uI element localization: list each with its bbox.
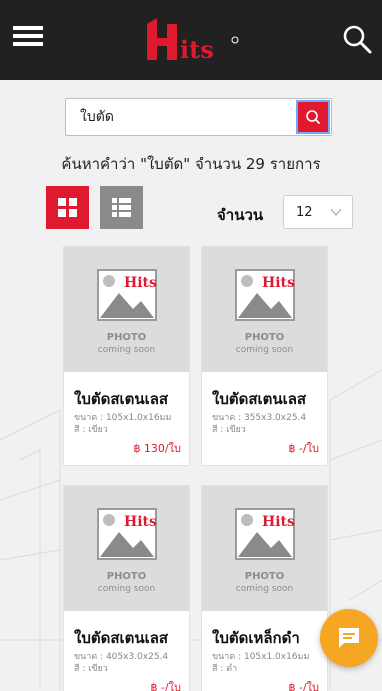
hits-logo[interactable]: its — [143, 18, 241, 64]
product-name: ใบตัดสเตนเลส — [212, 390, 307, 408]
magnifier-icon[interactable] — [342, 24, 372, 54]
product-color: สี : เขียว — [74, 664, 108, 674]
product-price: ฿ -/ใบ — [288, 681, 319, 691]
coming-soon-label: coming soon — [97, 345, 156, 355]
product-price: ฿ -/ใบ — [288, 442, 319, 455]
product-name: ใบตัดเหล็กดำ — [212, 629, 300, 647]
chevron-down-icon — [330, 208, 342, 216]
search-result-summary: ค้นหาคำว่า "ใบตัด" จำนวน 29 รายการ — [61, 155, 321, 173]
search-box — [65, 98, 332, 136]
quantity-select[interactable]: 12 — [283, 195, 353, 229]
photo-label: PHOTO — [106, 332, 147, 343]
svg-text:Hits: Hits — [124, 514, 157, 529]
search-icon — [306, 110, 320, 124]
placeholder-logo: Hits — [262, 514, 295, 529]
photo-label: PHOTO — [244, 571, 285, 582]
svg-text:Hits: Hits — [262, 514, 295, 529]
chat-button[interactable] — [320, 609, 378, 667]
photo-label: PHOTO — [106, 571, 147, 582]
coming-soon-label: coming soon — [235, 584, 294, 594]
chat-bubble-icon — [339, 628, 359, 648]
photo-placeholder: Hits PHOTO coming soon — [64, 247, 189, 372]
quantity-value: 12 — [296, 205, 313, 220]
photo-label: PHOTO — [244, 332, 285, 343]
search-input[interactable] — [66, 99, 294, 135]
product-name: ใบตัดสเตนเลส — [74, 390, 169, 408]
svg-text:Hits: Hits — [262, 275, 295, 290]
product-price: ฿ 130/ใบ — [133, 442, 181, 455]
coming-soon-label: coming soon — [97, 584, 156, 594]
grid-view-icon — [58, 198, 77, 217]
quantity-label: จำนวน — [217, 206, 264, 224]
product-card[interactable]: Hits PHOTO coming soon ใบตัดเหล็กดำ ขนาด… — [201, 485, 328, 691]
top-bar: its — [0, 0, 382, 80]
product-color: สี : เขียว — [212, 425, 246, 435]
list-view-icon — [112, 198, 131, 217]
product-color: สี : เขียว — [74, 425, 108, 435]
svg-text:its: its — [180, 35, 214, 64]
coming-soon-label: coming soon — [235, 345, 294, 355]
product-name: ใบตัดสเตนเลส — [74, 629, 169, 647]
search-submit-button[interactable] — [296, 100, 330, 134]
product-card[interactable]: Hits PHOTO coming soon ใบตัดสเตนเลส ขนาด… — [201, 246, 328, 466]
placeholder-logo: Hits — [262, 275, 295, 290]
photo-placeholder: Hits PHOTO coming soon — [64, 486, 189, 611]
photo-placeholder: Hits PHOTO coming soon — [202, 486, 327, 611]
product-card[interactable]: Hits PHOTO coming soon ใบตัดสเตนเลส ขนาด… — [63, 246, 190, 466]
hamburger-menu-icon[interactable] — [13, 26, 43, 50]
product-color: สี : ดำ — [212, 664, 238, 674]
placeholder-logo: Hits — [124, 514, 157, 529]
product-card[interactable]: Hits PHOTO coming soon ใบตัดสเตนเลส ขนาด… — [63, 485, 190, 691]
photo-placeholder: Hits PHOTO coming soon — [202, 247, 327, 372]
grid-view-button[interactable] — [46, 186, 89, 229]
list-view-button[interactable] — [100, 186, 143, 229]
svg-text:Hits: Hits — [124, 275, 157, 290]
product-price: ฿ -/ใบ — [150, 681, 181, 691]
placeholder-logo: Hits — [124, 275, 157, 290]
